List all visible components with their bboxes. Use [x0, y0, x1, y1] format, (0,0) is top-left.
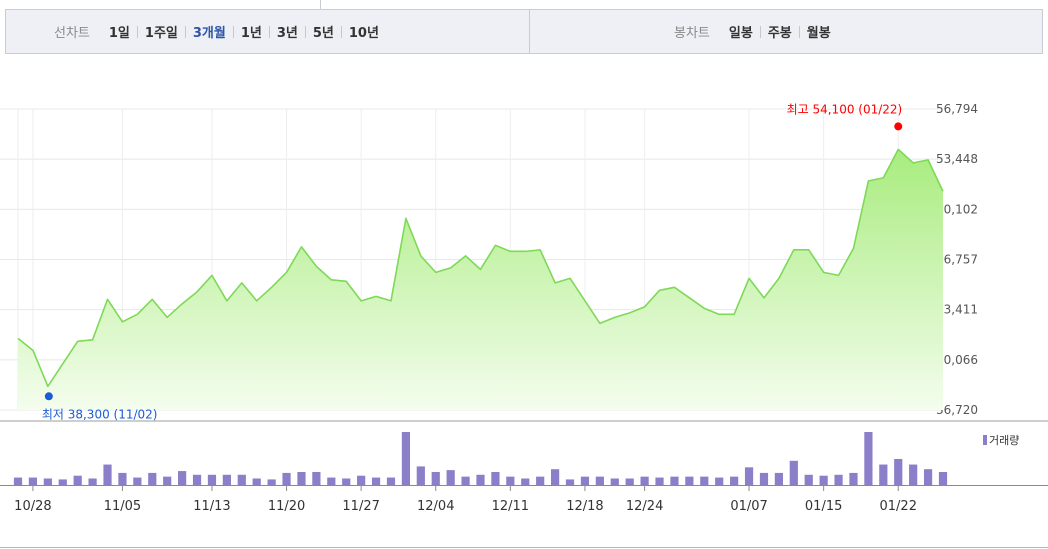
volume-bar: [774, 472, 783, 485]
volume-bar: [192, 474, 202, 485]
x-tick-label: 11/05: [104, 499, 141, 514]
low-label: 최저 38,300 (11/02): [42, 407, 158, 421]
volume-bar: [938, 471, 948, 485]
volume-bar: [118, 472, 127, 485]
volume-bar: [715, 477, 724, 485]
volume-bar: [864, 432, 873, 485]
volume-bar: [819, 475, 828, 485]
volume-bar: [759, 472, 769, 485]
volume-bar: [849, 472, 858, 485]
volume-bar: [327, 477, 336, 485]
volume-bar: [700, 476, 709, 485]
x-tick-label: 12/24: [626, 499, 663, 514]
volume-bar: [312, 471, 321, 485]
volume-bar: [446, 470, 455, 485]
volume-bar: [133, 477, 142, 485]
volume-bar: [640, 476, 649, 485]
high-label: 최고 54,100 (01/22): [787, 102, 903, 116]
volume-bar: [237, 474, 246, 485]
x-tick-label: 12/04: [417, 499, 454, 514]
volume-bar: [536, 476, 545, 485]
x-tick-label: 11/20: [268, 499, 305, 514]
volume-bar: [416, 466, 425, 485]
volume-bar: [88, 478, 97, 485]
volume-bar: [894, 458, 903, 485]
volume-bar: [297, 471, 306, 485]
volume-bar: [386, 477, 396, 485]
y-tick-label: 56,794: [936, 102, 978, 116]
volume-bar: [565, 479, 575, 485]
x-tick-label: 11/27: [342, 499, 379, 514]
price-area: [18, 149, 943, 410]
volume-bar: [476, 474, 485, 485]
volume-bar: [282, 472, 291, 485]
volume-bar: [506, 476, 515, 485]
volume-bar: [28, 477, 38, 485]
volume-bar: [580, 476, 590, 485]
x-tick-label: 01/15: [805, 499, 842, 514]
volume-bar: [357, 475, 366, 485]
volume-bar: [834, 474, 843, 485]
volume-legend-swatch: [983, 435, 987, 445]
volume-legend-label: 거래량: [989, 434, 1019, 447]
volume-bar: [879, 464, 888, 485]
volume-bar: [178, 471, 187, 485]
volume-bar: [625, 478, 634, 485]
x-tick-label: 12/18: [566, 499, 603, 514]
volume-bar: [431, 471, 440, 485]
volume-bar: [610, 478, 619, 485]
volume-bar: [207, 474, 217, 485]
volume-bar: [252, 478, 261, 485]
volume-bar: [58, 479, 67, 485]
volume-bar: [909, 464, 918, 485]
volume-bar: [595, 476, 604, 485]
volume-bar: [73, 475, 82, 485]
volume-bar: [13, 477, 23, 485]
x-tick-label: 11/13: [193, 499, 230, 514]
volume-bar: [222, 474, 231, 485]
volume-bar: [804, 474, 813, 485]
volume-bar: [148, 472, 157, 485]
x-tick-label: 01/07: [730, 499, 767, 514]
volume-bar: [670, 476, 679, 485]
x-tick-label: 01/22: [880, 499, 917, 514]
volume-bar: [923, 469, 933, 485]
volume-bar: [342, 478, 351, 485]
volume-bar: [685, 476, 694, 485]
volume-bar: [550, 469, 560, 485]
volume-bar: [491, 471, 500, 485]
y-tick-label: 53,448: [936, 152, 978, 166]
x-tick-label: 10/28: [14, 499, 51, 514]
volume-bar: [730, 476, 739, 485]
volume-bar: [401, 432, 411, 485]
volume-bar: [267, 479, 276, 485]
volume-bar: [43, 478, 52, 485]
stock-chart: 56,79453,44850,10246,75743,41140,06636,7…: [0, 102, 1048, 514]
low-marker: [44, 392, 53, 401]
volume-bar: [521, 478, 530, 485]
x-tick-label: 12/11: [492, 499, 529, 514]
volume-bar: [789, 460, 798, 485]
bottom-divider-line: [0, 547, 1048, 548]
volume-bar: [163, 476, 172, 485]
volume-bar: [371, 477, 381, 485]
volume-bar: [461, 476, 470, 485]
volume-bar: [744, 467, 754, 485]
volume-bar: [655, 477, 664, 485]
high-marker: [894, 122, 903, 131]
volume-bar: [103, 464, 112, 485]
